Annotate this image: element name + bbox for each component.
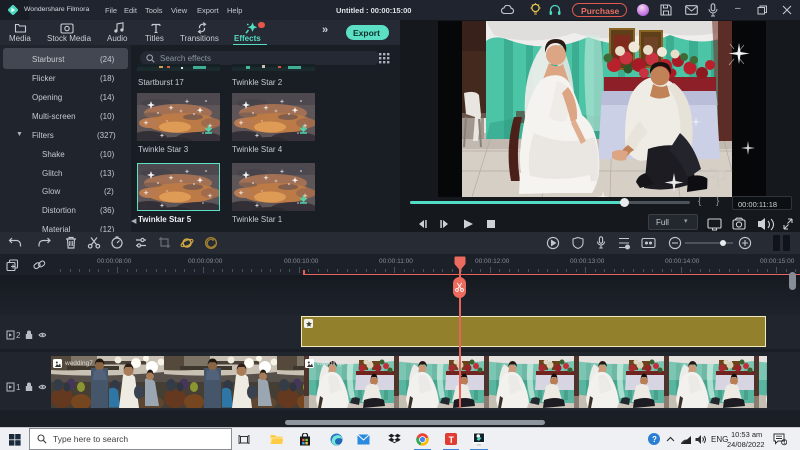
svg-text:2: 2 [16,331,21,340]
svg-text:1: 1 [783,440,786,446]
svg-text:1: 1 [16,383,21,392]
